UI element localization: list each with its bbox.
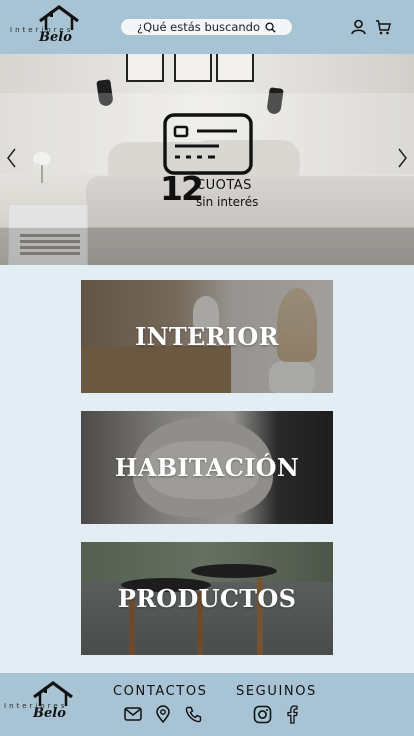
logo-script-text: Belo <box>33 706 66 721</box>
phone-icon[interactable] <box>183 704 203 724</box>
contactos-heading: CONTACTOS <box>113 684 208 699</box>
chevron-right-icon[interactable] <box>395 147 409 169</box>
wall-frame <box>216 54 254 82</box>
category-tile-interior[interactable]: INTERIOR <box>81 280 333 393</box>
footer-logo[interactable]: Interiores Belo <box>2 681 78 723</box>
mail-icon[interactable] <box>123 704 143 724</box>
instagram-icon[interactable] <box>252 704 272 724</box>
category-label: HABITACIÓN <box>114 453 300 482</box>
category-label: PRODUCTOS <box>117 584 297 613</box>
header-logo[interactable]: Interiores Belo <box>8 5 84 47</box>
chevron-left-icon[interactable] <box>5 147 19 169</box>
category-label: INTERIOR <box>135 322 279 351</box>
search-bar[interactable] <box>121 19 292 35</box>
hero-shade <box>0 228 414 265</box>
wall-frame <box>126 54 164 82</box>
credit-card-icon <box>163 113 253 175</box>
category-tile-habitacion[interactable]: HABITACIÓN <box>81 411 333 524</box>
promo-line1: CUOTAS <box>196 178 252 193</box>
logo-script-text: Belo <box>39 30 72 45</box>
search-input[interactable] <box>137 20 261 34</box>
footer: Interiores Belo CONTACTOS SEGUINOS <box>0 673 414 736</box>
hero-banner[interactable]: 12 CUOTAS sin interés <box>0 54 414 265</box>
wall-frame <box>174 54 212 82</box>
header: Interiores Belo <box>0 0 414 54</box>
installments-promo: 12 CUOTAS sin interés <box>160 110 270 215</box>
category-tile-productos[interactable]: PRODUCTOS <box>81 542 333 655</box>
location-icon[interactable] <box>153 704 173 724</box>
seguinos-heading: SEGUINOS <box>236 684 317 699</box>
facebook-icon[interactable] <box>282 704 302 724</box>
cart-icon[interactable] <box>375 18 391 36</box>
user-icon[interactable] <box>350 18 366 36</box>
promo-line2: sin interés <box>196 195 259 209</box>
search-icon[interactable] <box>265 21 276 33</box>
